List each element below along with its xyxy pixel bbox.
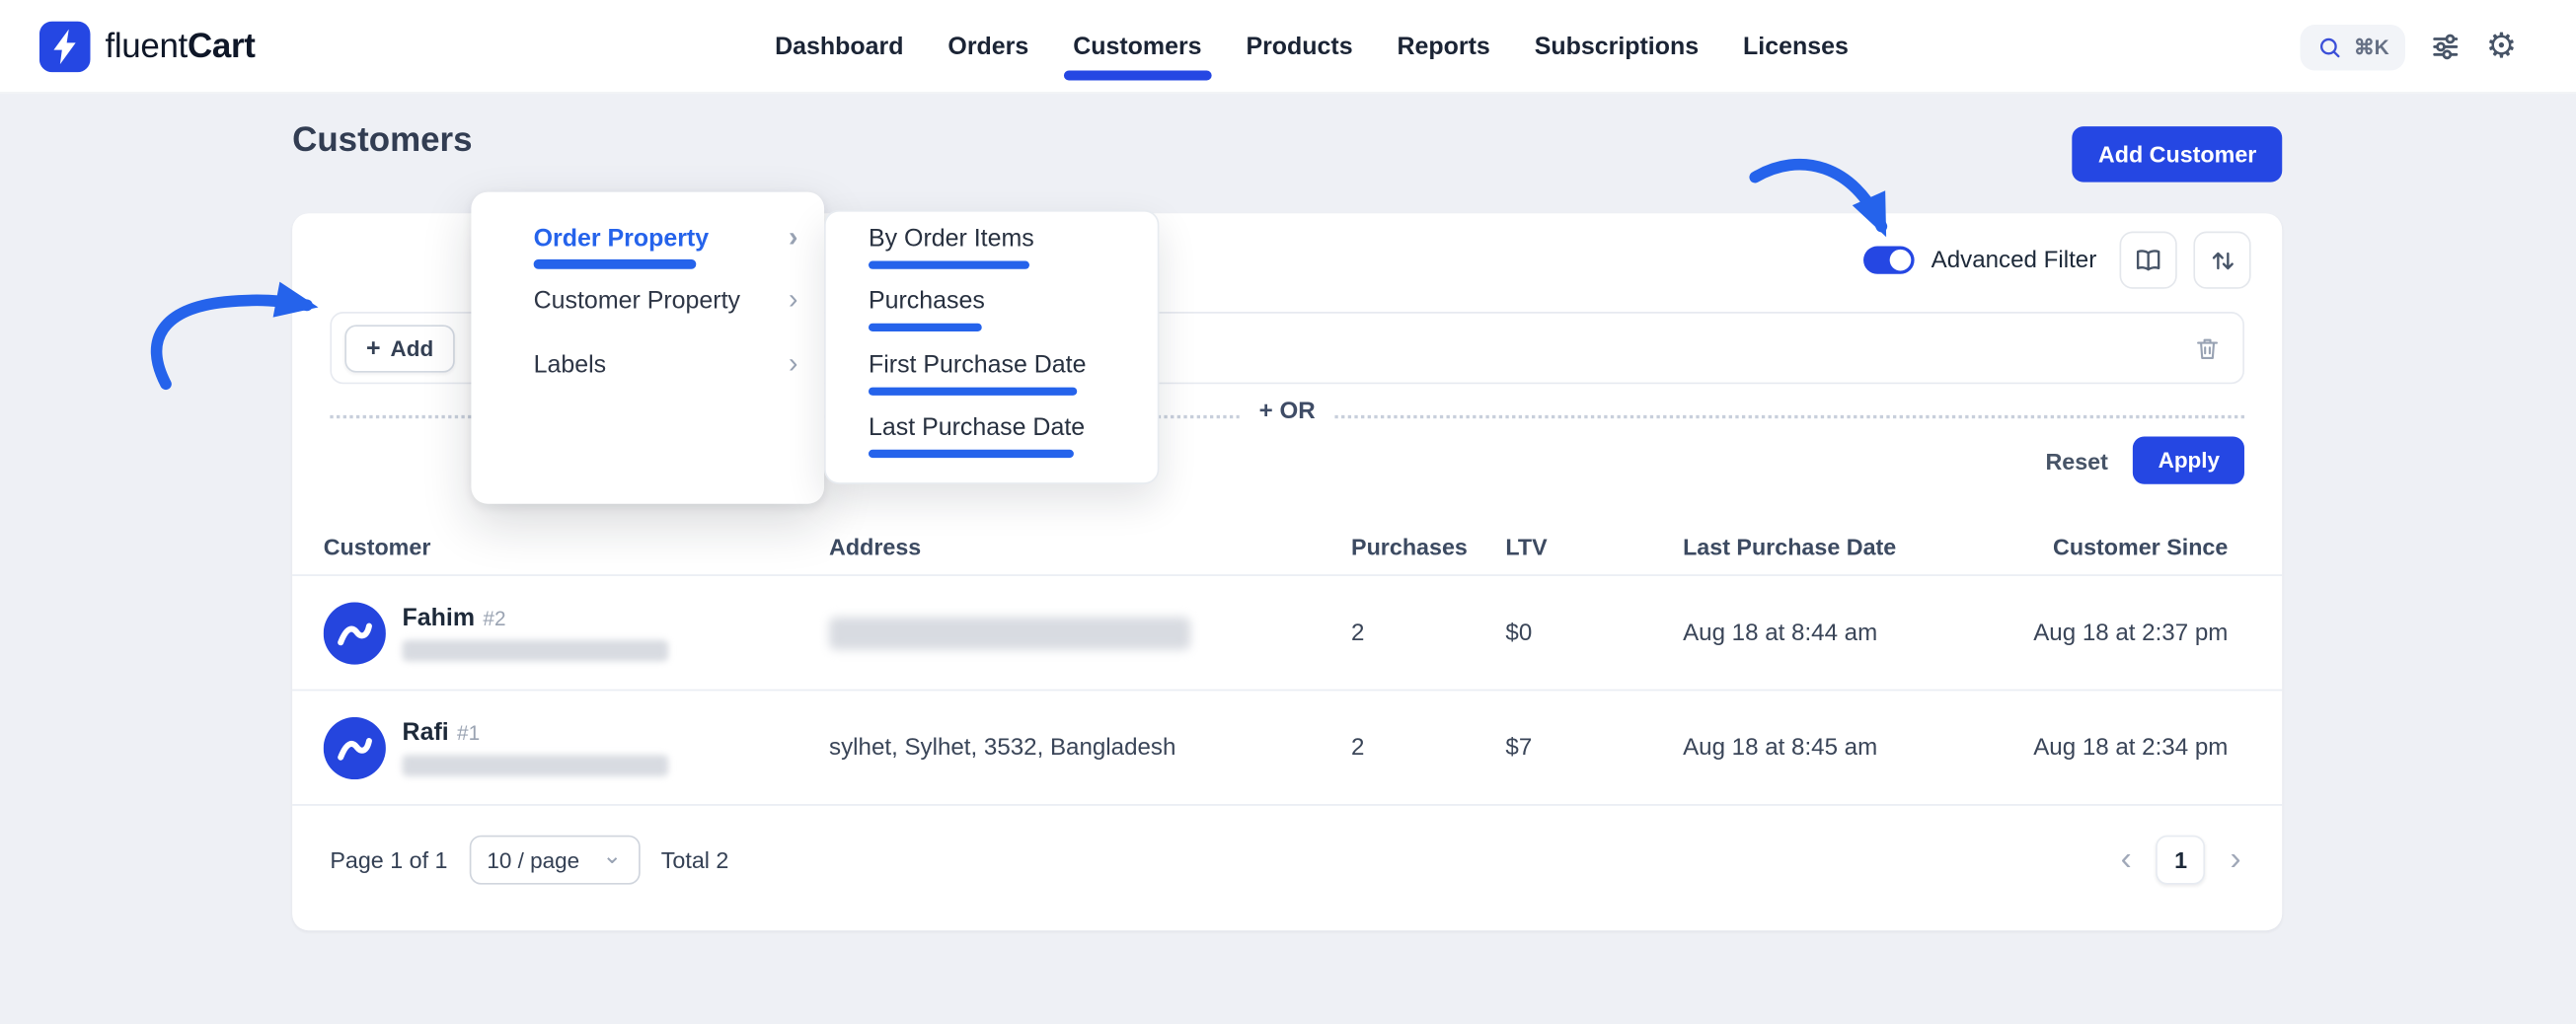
skeleton-bar [869, 260, 1029, 268]
chevron-right-icon: › [789, 348, 797, 381]
nav-item-products[interactable]: Products [1246, 33, 1352, 60]
submenu-item-first-purchase-date[interactable]: First Purchase Date [869, 351, 1086, 379]
docs-button[interactable] [2120, 232, 2177, 289]
purchases-cell: 2 [1351, 734, 1505, 761]
plus-icon: + [366, 334, 381, 362]
purchases-cell: 2 [1351, 620, 1505, 646]
customer-since-cell: Aug 18 at 2:37 pm [2005, 620, 2228, 646]
customer-id-badge: #2 [483, 607, 505, 629]
nav-item-customers[interactable]: Customers [1073, 33, 1201, 60]
brand-name-first: fluent [105, 27, 187, 64]
main-nav: Dashboard Orders Customers Products Repo… [775, 0, 1849, 94]
col-header-purchases: Purchases [1351, 534, 1505, 560]
add-customer-button[interactable]: Add Customer [2072, 126, 2283, 183]
menu-item-label: Order Property [534, 224, 709, 252]
search-button[interactable]: ⌘K [2300, 24, 2405, 70]
nav-item-subscriptions[interactable]: Subscriptions [1535, 33, 1699, 60]
page-info: Page 1 of 1 [330, 846, 447, 873]
add-filter-label: Add [391, 336, 434, 361]
filter-header: Advanced Filter [1863, 232, 2250, 289]
add-filter-button[interactable]: + Add [344, 325, 454, 372]
menu-item-labels[interactable]: Labels › [471, 333, 824, 396]
brand-logo[interactable]: fluentCart [39, 22, 256, 73]
nav-item-licenses[interactable]: Licenses [1743, 33, 1849, 60]
address-cell [829, 617, 1351, 649]
customer-id-badge: #1 [457, 722, 480, 745]
per-page-value: 10 / page [487, 847, 579, 872]
advanced-filter-label: Advanced Filter [1932, 247, 2097, 273]
submenu-item-last-purchase-date[interactable]: Last Purchase Date [869, 413, 1085, 441]
apply-button[interactable]: Apply [2134, 436, 2244, 483]
reset-button[interactable]: Reset [2045, 438, 2107, 484]
advanced-filter-toggle[interactable] [1863, 247, 1915, 274]
menu-item-label: Customer Property [534, 286, 740, 314]
pagination-bar: Page 1 of 1 10 / page ⌄ Total 2 ‹ 1 › [292, 826, 2282, 895]
last-purchase-cell: Aug 18 at 8:45 am [1683, 734, 2005, 761]
filter-option-submenu: By Order Items Purchases First Purchase … [824, 210, 1159, 484]
arrow-to-add-button [157, 300, 307, 384]
next-page-chevron-right-icon[interactable]: › [2227, 843, 2244, 876]
redacted-email [403, 640, 668, 662]
viewport: fluentCart Dashboard Orders Customers Pr… [0, 0, 2576, 1024]
skeleton-bar [869, 324, 982, 331]
brand-name: fluentCart [105, 27, 255, 66]
chevron-right-icon: › [789, 222, 797, 255]
brand-name-second: Cart [188, 27, 256, 64]
top-navigation-bar: fluentCart Dashboard Orders Customers Pr… [0, 0, 2576, 94]
trash-icon[interactable] [2193, 334, 2221, 362]
per-page-select[interactable]: 10 / page ⌄ [469, 836, 640, 885]
chevron-right-icon: › [789, 284, 797, 317]
page-title: Customers [292, 121, 472, 161]
redacted-email [403, 755, 668, 776]
sliders-icon[interactable] [2430, 32, 2462, 63]
ltv-cell: $0 [1505, 620, 1683, 646]
filter-group-menu: Order Property › Customer Property › Lab… [471, 192, 824, 504]
col-header-ltv: LTV [1505, 534, 1683, 560]
chevron-down-icon: ⌄ [602, 841, 622, 869]
avatar [324, 602, 386, 664]
table-row[interactable]: Rafi#1 sylhet, Sylhet, 3532, Bangladesh … [292, 691, 2282, 805]
menu-item-label: Labels [534, 350, 607, 378]
nav-item-orders[interactable]: Orders [947, 33, 1028, 60]
col-header-address: Address [829, 534, 1351, 560]
table-row[interactable]: Fahim #2 2 $0 Aug 18 at 8:44 am Aug 18 at… [292, 576, 2282, 691]
avatar [324, 716, 386, 778]
sort-button[interactable] [2193, 232, 2250, 289]
col-header-customer-since: Customer Since [2005, 534, 2228, 560]
total-count: Total 2 [661, 846, 729, 873]
book-open-icon [2133, 245, 2164, 276]
skeleton-bar [534, 259, 697, 269]
customer-cell: Rafi #1 [324, 716, 829, 778]
submenu-item-by-order-items[interactable]: By Order Items [869, 225, 1034, 253]
page-number-button[interactable]: 1 [2157, 836, 2206, 885]
nav-item-reports[interactable]: Reports [1398, 33, 1490, 60]
col-header-customer: Customer [324, 534, 829, 560]
customer-since-cell: Aug 18 at 2:34 pm [2005, 734, 2228, 761]
customer-name: Fahim [403, 604, 476, 631]
address-cell: sylhet, Sylhet, 3532, Bangladesh [829, 734, 1351, 761]
customer-name: Rafi [403, 719, 449, 747]
nav-actions: ⌘K ⚙ [2300, 0, 2517, 94]
last-purchase-cell: Aug 18 at 8:44 am [1683, 620, 2005, 646]
submenu-item-purchases[interactable]: Purchases [869, 287, 985, 315]
menu-item-customer-property[interactable]: Customer Property › [471, 269, 824, 331]
ltv-cell: $7 [1505, 734, 1683, 761]
toggle-knob [1890, 250, 1912, 271]
skeleton-bar [869, 450, 1074, 458]
sort-arrows-icon [2208, 246, 2237, 275]
customer-info: Fahim #2 [403, 604, 668, 661]
table-header-row: Customer Address Purchases LTV Last Purc… [292, 519, 2282, 576]
customer-info: Rafi #1 [403, 719, 668, 776]
or-divider-button[interactable]: + OR [1240, 399, 1335, 425]
search-shortcut-label: ⌘K [2354, 35, 2389, 59]
skeleton-bar [869, 388, 1077, 396]
customer-cell: Fahim #2 [324, 602, 829, 664]
redacted-address [829, 617, 1190, 649]
col-header-last-purchase-date: Last Purchase Date [1683, 534, 2005, 560]
brand-logo-icon [39, 22, 91, 73]
prev-page-chevron-left-icon[interactable]: ‹ [2117, 843, 2135, 876]
search-icon [2316, 34, 2343, 60]
nav-item-dashboard[interactable]: Dashboard [775, 33, 903, 60]
gear-icon[interactable]: ⚙ [2486, 30, 2517, 64]
